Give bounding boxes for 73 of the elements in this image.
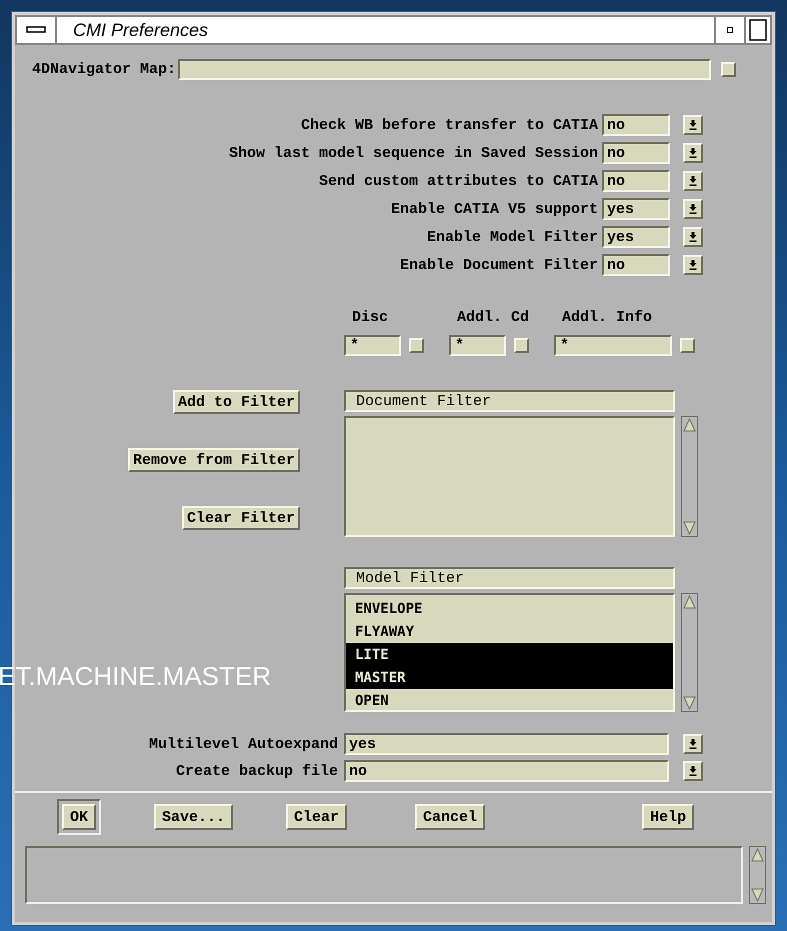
dropdown-field[interactable]: no — [602, 254, 670, 276]
filter-button[interactable]: Add to Filter — [172, 390, 300, 414]
down-arrow-icon — [689, 739, 697, 749]
up-arrow-icon[interactable] — [683, 418, 696, 432]
input-field[interactable]: * — [449, 335, 506, 356]
option-label: Enable Document Filter — [400, 258, 598, 272]
dropdown-button[interactable] — [683, 227, 703, 247]
down-arrow-icon — [689, 148, 697, 158]
filter-button[interactable]: Remove from Filter — [128, 448, 300, 472]
list-header: Document Filter — [344, 390, 675, 412]
down-arrow-icon[interactable] — [683, 696, 696, 710]
scrollbar[interactable] — [749, 846, 766, 904]
dropdown-field[interactable]: yes — [602, 226, 670, 248]
toggle-button[interactable] — [409, 338, 424, 353]
list-item[interactable]: ENVELOPE — [346, 597, 673, 620]
toggle-button[interactable] — [514, 338, 529, 353]
default-button[interactable]: OK — [62, 804, 96, 830]
maximize-button[interactable] — [744, 17, 770, 43]
dropdown-button[interactable] — [683, 143, 703, 163]
dropdown-button[interactable] — [683, 171, 703, 191]
option-label: Create backup file — [176, 764, 338, 778]
field-label: Disc — [351, 310, 390, 328]
list-header: Model Filter — [344, 567, 675, 589]
dropdown-field[interactable]: yes — [344, 733, 669, 755]
option-label: Enable CATIA V5 support — [390, 202, 598, 216]
field-label: 4DNavigator Map: — [32, 62, 176, 76]
input-field[interactable]: * — [344, 335, 401, 356]
down-arrow-icon[interactable] — [751, 888, 764, 902]
down-arrow-icon — [689, 260, 697, 270]
dropdown-button[interactable] — [683, 255, 703, 275]
down-arrow-icon — [689, 120, 697, 130]
dropdown-field[interactable]: yes — [602, 198, 670, 220]
option-label: Enable Model Filter — [426, 230, 598, 244]
option-label: Send custom attributes to CATIA — [318, 174, 598, 188]
dropdown-field[interactable]: no — [602, 114, 670, 136]
dropdown-field[interactable]: no — [602, 142, 670, 164]
dropdown-field[interactable]: no — [344, 760, 669, 782]
dropdown-button[interactable] — [683, 734, 703, 754]
toggle-button[interactable] — [680, 338, 696, 353]
input-field[interactable] — [178, 58, 712, 80]
dropdown-button[interactable] — [683, 199, 703, 219]
dialog-button[interactable]: Cancel — [415, 804, 486, 830]
filter-button[interactable]: Clear Filter — [182, 506, 300, 530]
field-label: Addl. Cd — [456, 310, 530, 328]
list-item[interactable]: FLYAWAY — [346, 620, 673, 643]
maximize-icon — [749, 19, 767, 41]
option-label: Multilevel Autoexpand — [148, 736, 338, 752]
dialog-button[interactable]: Save... — [154, 804, 234, 830]
scrollbar[interactable] — [681, 593, 698, 712]
list-item[interactable]: MASTER — [346, 666, 673, 689]
menu-icon — [26, 26, 46, 34]
down-arrow-icon[interactable] — [683, 521, 696, 535]
field-label: Addl. Info — [561, 310, 654, 328]
dialog-button[interactable]: Clear — [286, 804, 348, 830]
window-title: CMI Preferences — [72, 18, 210, 42]
dropdown-button[interactable] — [683, 761, 703, 781]
dialog-button[interactable]: Help — [642, 804, 694, 830]
scrollbar[interactable] — [681, 416, 698, 537]
up-arrow-icon[interactable] — [683, 595, 696, 609]
down-arrow-icon — [689, 766, 697, 776]
toggle-button[interactable] — [721, 62, 736, 76]
dropdown-button[interactable] — [683, 115, 703, 135]
list-item[interactable]: OPEN — [346, 689, 673, 712]
down-arrow-icon — [689, 176, 697, 186]
down-arrow-icon — [689, 204, 697, 214]
up-arrow-icon[interactable] — [751, 848, 764, 862]
dropdown-field[interactable]: no — [602, 170, 670, 192]
down-arrow-icon — [689, 232, 697, 242]
list-item[interactable]: LITE — [346, 643, 673, 666]
input-field[interactable]: * — [554, 335, 672, 356]
option-label: Show last model sequence in Saved Session — [228, 146, 598, 160]
minimize-icon — [727, 27, 733, 33]
option-label: Check WB before transfer to CATIA — [300, 118, 598, 132]
